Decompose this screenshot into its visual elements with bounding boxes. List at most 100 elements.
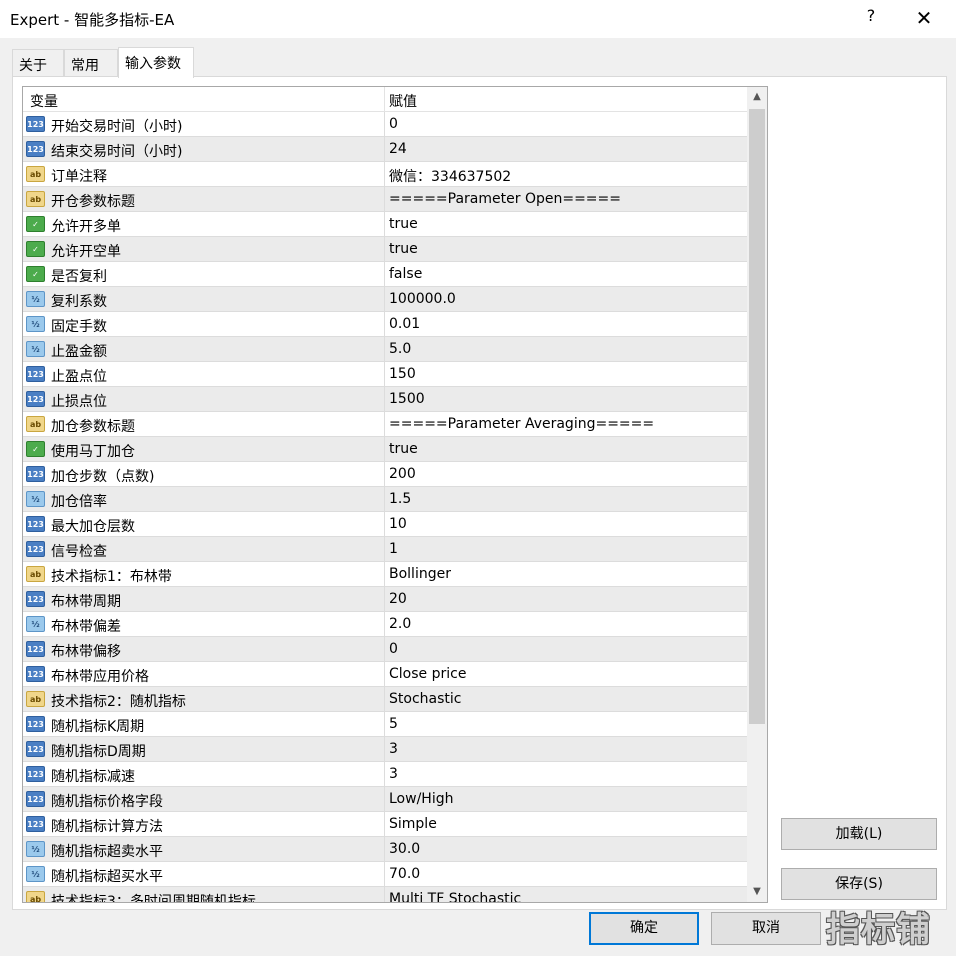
parameter-value[interactable]: 0 xyxy=(389,641,398,657)
parameter-row[interactable]: 123 布林带周期 20 xyxy=(23,587,747,612)
save-button[interactable]: 保存(S) xyxy=(781,868,937,900)
column-divider[interactable] xyxy=(384,87,385,112)
parameter-value[interactable]: 20 xyxy=(389,591,407,607)
parameter-row[interactable]: 123 最大加仓层数 10 xyxy=(23,512,747,537)
parameter-name: 止损点位 xyxy=(51,394,107,410)
parameter-value[interactable]: true xyxy=(389,441,418,457)
column-header-variable[interactable]: 变量 xyxy=(30,91,58,111)
parameter-value[interactable]: 5 xyxy=(389,716,398,732)
parameter-row[interactable]: ½ 止盈金额 5.0 xyxy=(23,337,747,362)
parameter-value[interactable]: 5.0 xyxy=(389,341,411,357)
cell-divider xyxy=(384,812,385,837)
parameter-value[interactable]: 200 xyxy=(389,466,416,482)
parameter-row[interactable]: 123 止盈点位 150 xyxy=(23,362,747,387)
parameter-row[interactable]: ab 技术指标1：布林带 Bollinger xyxy=(23,562,747,587)
parameter-row[interactable]: 123 结束交易时间（小时) 24 xyxy=(23,137,747,162)
parameter-name: 复利系数 xyxy=(51,294,107,310)
parameter-value[interactable]: 1500 xyxy=(389,391,425,407)
parameter-value[interactable]: 1.5 xyxy=(389,491,411,507)
parameter-row[interactable]: ab 技术指标2：随机指标 Stochastic xyxy=(23,687,747,712)
cell-divider xyxy=(384,612,385,637)
parameter-row[interactable]: ½ 复利系数 100000.0 xyxy=(23,287,747,312)
load-button[interactable]: 加载(L) xyxy=(781,818,937,850)
double-type-icon: ½ xyxy=(26,291,45,307)
parameter-value[interactable]: Close price xyxy=(389,666,466,682)
tab-inputs[interactable]: 输入参数 xyxy=(118,47,194,78)
parameter-value[interactable]: 30.0 xyxy=(389,841,420,857)
parameter-row[interactable]: 123 随机指标减速 3 xyxy=(23,762,747,787)
parameter-value[interactable]: 0 xyxy=(389,116,398,132)
parameter-name: 布林带应用价格 xyxy=(51,669,149,685)
parameter-value[interactable]: =====Parameter Averaging===== xyxy=(389,416,654,432)
scroll-thumb[interactable] xyxy=(749,109,765,724)
parameter-row[interactable]: 123 止损点位 1500 xyxy=(23,387,747,412)
parameter-value[interactable]: Multi TF Stochastic xyxy=(389,891,521,902)
parameter-value[interactable]: Simple xyxy=(389,816,437,832)
parameter-value[interactable]: 150 xyxy=(389,366,416,382)
tab-about[interactable]: 关于 xyxy=(12,49,64,77)
parameter-row[interactable]: 123 随机指标K周期 5 xyxy=(23,712,747,737)
parameter-value[interactable]: 70.0 xyxy=(389,866,420,882)
parameter-value[interactable]: Bollinger xyxy=(389,566,451,582)
parameter-value[interactable]: 0.01 xyxy=(389,316,420,332)
cell-divider xyxy=(384,512,385,537)
parameter-name: 开始交易时间（小时) xyxy=(51,119,183,135)
parameter-value[interactable]: =====Parameter Open===== xyxy=(389,191,621,207)
parameter-name: 是否复利 xyxy=(51,269,107,285)
parameter-row[interactable]: 123 随机指标价格字段 Low/High xyxy=(23,787,747,812)
string-type-icon: ab xyxy=(26,566,45,582)
parameter-name: 固定手数 xyxy=(51,319,107,335)
integer-type-icon: 123 xyxy=(26,816,45,832)
parameter-value[interactable]: true xyxy=(389,241,418,257)
parameter-value[interactable]: 1 xyxy=(389,541,398,557)
parameter-row[interactable]: 123 随机指标D周期 3 xyxy=(23,737,747,762)
parameter-row[interactable]: 123 布林带应用价格 Close price xyxy=(23,662,747,687)
double-type-icon: ½ xyxy=(26,316,45,332)
parameter-row[interactable]: ½ 固定手数 0.01 xyxy=(23,312,747,337)
parameter-value[interactable]: 100000.0 xyxy=(389,291,456,307)
parameter-value[interactable]: 2.0 xyxy=(389,616,411,632)
parameter-value[interactable]: Low/High xyxy=(389,791,453,807)
ok-button[interactable]: 确定 xyxy=(589,912,699,945)
parameter-row[interactable]: ½ 布林带偏差 2.0 xyxy=(23,612,747,637)
parameter-row[interactable]: 123 加仓步数（点数) 200 xyxy=(23,462,747,487)
cancel-button[interactable]: 取消 xyxy=(711,912,821,945)
parameter-row[interactable]: 123 信号检查 1 xyxy=(23,537,747,562)
watermark-logo: 指标铺 xyxy=(826,910,931,950)
parameter-row[interactable]: 123 随机指标计算方法 Simple xyxy=(23,812,747,837)
parameter-row[interactable]: 123 布林带偏移 0 xyxy=(23,637,747,662)
parameter-row[interactable]: ½ 随机指标超买水平 70.0 xyxy=(23,862,747,887)
parameter-value[interactable]: 3 xyxy=(389,766,398,782)
parameter-row[interactable]: ab 加仓参数标题 =====Parameter Averaging===== xyxy=(23,412,747,437)
parameter-value[interactable]: 24 xyxy=(389,141,407,157)
parameter-row[interactable]: ✓ 允许开多单 true xyxy=(23,212,747,237)
parameter-name: 布林带偏差 xyxy=(51,619,121,635)
parameter-row[interactable]: ✓ 使用马丁加仓 true xyxy=(23,437,747,462)
parameter-row[interactable]: ✓ 是否复利 false xyxy=(23,262,747,287)
parameter-row[interactable]: ½ 加仓倍率 1.5 xyxy=(23,487,747,512)
parameter-name: 随机指标计算方法 xyxy=(51,819,163,835)
parameter-row[interactable]: 123 开始交易时间（小时) 0 xyxy=(23,112,747,137)
parameter-value[interactable]: 3 xyxy=(389,741,398,757)
help-button[interactable]: ? xyxy=(861,6,881,25)
vertical-scrollbar[interactable]: ▲ ▼ xyxy=(747,87,767,902)
parameter-value[interactable]: false xyxy=(389,266,422,282)
parameter-row[interactable]: ½ 随机指标超卖水平 30.0 xyxy=(23,837,747,862)
parameter-name: 随机指标超卖水平 xyxy=(51,844,163,860)
parameter-row[interactable]: ab 开仓参数标题 =====Parameter Open===== xyxy=(23,187,747,212)
close-button[interactable]: ✕ xyxy=(908,4,940,32)
cell-divider xyxy=(384,462,385,487)
column-header-value[interactable]: 赋值 xyxy=(389,91,417,111)
parameter-value[interactable]: Stochastic xyxy=(389,691,461,707)
double-type-icon: ½ xyxy=(26,491,45,507)
parameter-value[interactable]: 10 xyxy=(389,516,407,532)
scroll-down-icon[interactable]: ▼ xyxy=(747,882,767,902)
tab-common[interactable]: 常用 xyxy=(64,49,118,77)
parameter-value[interactable]: 微信：334637502 xyxy=(389,166,511,186)
parameter-row[interactable]: ab 订单注释 微信：334637502 xyxy=(23,162,747,187)
parameter-value[interactable]: true xyxy=(389,216,418,232)
integer-type-icon: 123 xyxy=(26,791,45,807)
parameter-row[interactable]: ab 技术指标3：多时间周期随机指标 Multi TF Stochastic xyxy=(23,887,747,902)
parameter-row[interactable]: ✓ 允许开空单 true xyxy=(23,237,747,262)
scroll-up-icon[interactable]: ▲ xyxy=(747,87,767,107)
